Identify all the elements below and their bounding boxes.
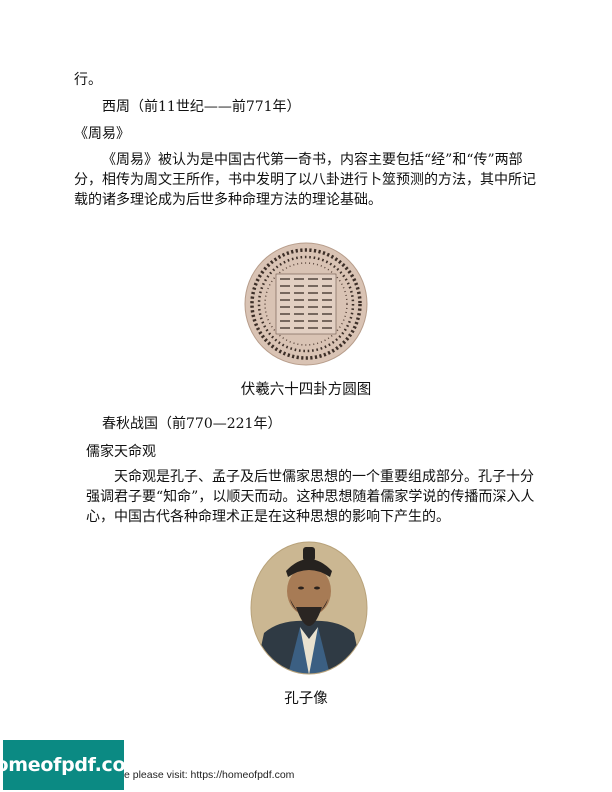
diagram-image [241,240,371,370]
caption-fuxi-diagram: 伏羲六十四卦方圆图 [240,382,372,398]
section-heading-chunqiu: 春秋战国（前770—221年） [102,416,282,432]
paragraph-tianming: 天命观是孔子、孟子及后世儒家思想的一个重要组成部分。孔子十分强调君子要“知命”，… [86,469,535,525]
homeofpdf-badge[interactable]: homeofpdf.com [0,740,145,790]
subheading-rujia-tianming: 儒家天命观 [86,444,156,460]
footer-visit-link[interactable]: e please visit: https://homeofpdf.com [124,769,294,781]
caption-confucius-portrait: 孔子像 [284,691,328,707]
document-page: 行。 西周（前11世纪——前771年） 《周易》 《周易》被认为是中国古代第一奇… [0,0,612,792]
text-line-continuation: 行。 [74,72,102,88]
confucius-portrait [250,541,368,675]
paragraph-zhouyi: 《周易》被认为是中国古代第一奇书，内容主要包括“经”和“传”两部分，相传为周文王… [74,152,536,208]
subheading-zhouyi: 《周易》 [74,126,130,142]
fuxi-64-gua-diagram [241,240,371,370]
section-heading-xizhou: 西周（前11世纪——前771年） [102,99,301,115]
portrait-image [250,541,368,675]
